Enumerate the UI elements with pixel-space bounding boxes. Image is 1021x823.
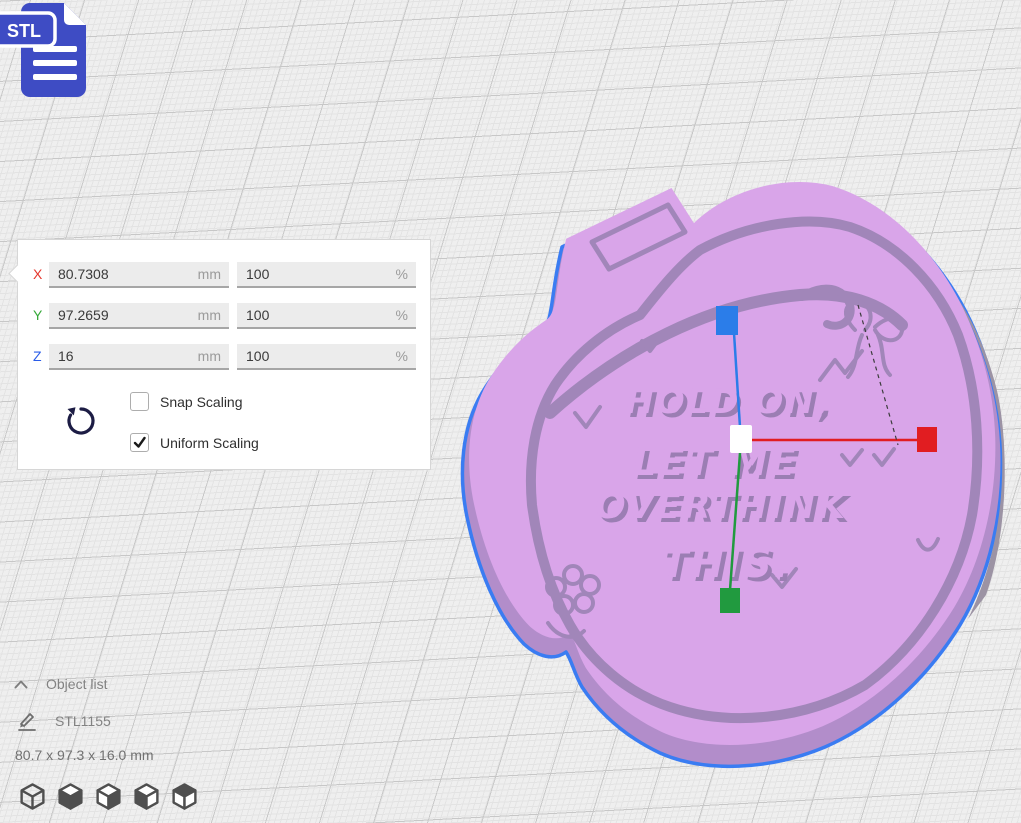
scale-handle-center[interactable] [730,425,752,453]
cube-left-icon [132,783,161,810]
x-size-input[interactable] [49,262,229,286]
model-dimensions-readout: 80.7 x 97.3 x 16.0 mm [15,747,154,763]
pencil-icon [16,710,38,732]
view-front-button[interactable] [56,783,85,812]
scale-row-y: Y mm % [18,303,430,329]
svg-text:LET ME: LET ME [632,440,797,484]
z-size-input[interactable] [49,344,229,368]
svg-text:THIS.: THIS. [661,541,791,587]
object-list-title: Object list [46,676,107,692]
stl-badge: STL [0,13,55,46]
cube-top-icon [94,783,123,810]
scale-handle-y[interactable] [720,588,740,613]
model-3d-mold[interactable]: HOLD ON, LET ME OVERTHINK THIS. HOLD ON,… [450,155,1020,780]
object-list-header[interactable]: Object list [14,676,107,692]
scale-row-x: X mm % [18,262,430,288]
z-percent-input[interactable] [237,344,416,368]
svg-text:STL: STL [7,21,41,41]
camera-view-toolbar [18,783,199,812]
object-list-item[interactable]: STL1155 [16,710,111,732]
model-canvas: HOLD ON, LET ME OVERTHINK THIS. HOLD ON,… [450,155,1020,780]
axis-label-z: Z [33,348,42,364]
checkmark-icon [133,436,146,449]
scale-handle-x[interactable] [917,427,937,452]
svg-text:OVERTHINK: OVERTHINK [595,486,848,527]
scale-row-z: Z mm % [18,344,430,370]
cube-wireframe-icon [18,783,47,810]
snap-scaling-checkbox[interactable] [130,392,149,411]
view-3d-button[interactable] [18,783,47,812]
scale-tool-panel: X mm % Y mm % Z mm % [17,239,431,470]
reset-rotate-icon [64,404,98,438]
y-size-input[interactable] [49,303,229,327]
cube-right-icon [170,783,199,810]
axis-label-y: Y [33,307,42,323]
view-top-button[interactable] [94,783,123,812]
y-percent-input[interactable] [237,303,416,327]
cube-front-icon [56,783,85,810]
svg-text:HOLD ON,: HOLD ON, [625,382,830,422]
uniform-scaling-row: Uniform Scaling [130,433,259,452]
uniform-scaling-checkbox[interactable] [130,433,149,452]
document-fold [64,3,86,25]
uniform-scaling-label: Uniform Scaling [160,435,259,451]
axis-label-x: X [33,266,42,282]
stl-file-icon: STL [0,0,95,104]
x-percent-input[interactable] [237,262,416,286]
snap-scaling-row: Snap Scaling [130,392,243,411]
chevron-up-icon [14,680,28,689]
view-right-button[interactable] [170,783,199,812]
view-left-button[interactable] [132,783,161,812]
reset-scale-button[interactable] [64,404,98,438]
snap-scaling-label: Snap Scaling [160,394,243,410]
scale-handle-z[interactable] [716,306,738,335]
object-list-item-name: STL1155 [55,713,111,729]
